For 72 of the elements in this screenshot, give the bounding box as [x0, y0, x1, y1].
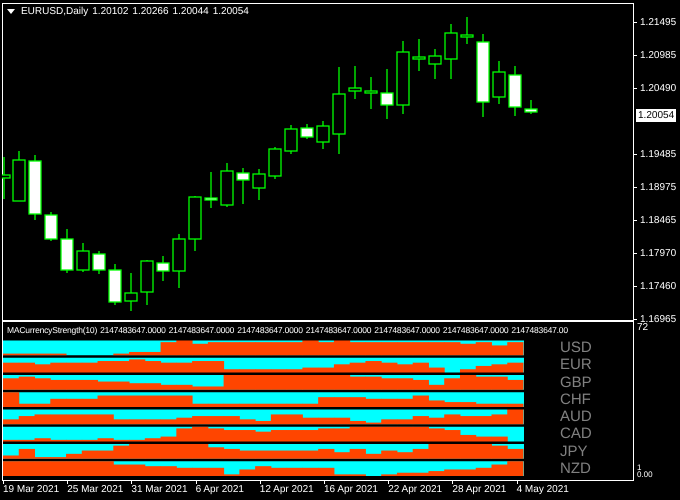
candlestick — [428, 49, 442, 79]
candlestick — [108, 264, 122, 305]
symbol-timeframe: EURUSD,Daily — [21, 6, 88, 17]
price-tick-label: 1.18975 — [640, 182, 676, 193]
indicator-value: 2147483647.00 — [511, 325, 568, 337]
candlestick — [348, 66, 362, 99]
price-tick-label: 1.20985 — [640, 50, 676, 61]
candlestick — [60, 229, 74, 273]
candlestick — [124, 273, 138, 311]
candlestick — [252, 169, 266, 200]
candlestick — [444, 24, 458, 79]
ohlc-value: 1.20266 — [132, 6, 169, 17]
candlestick — [524, 100, 538, 114]
date-label: 19 Mar 2021 — [3, 484, 60, 495]
price-tick-label: 1.18465 — [640, 215, 676, 226]
date-label: 22 Apr 2021 — [388, 484, 442, 495]
price-tick-label: 1.21495 — [640, 17, 676, 28]
candlestick — [156, 256, 170, 281]
candlestick — [140, 260, 154, 305]
date-label: 31 Mar 2021 — [131, 484, 188, 495]
indicator-name: MACurrencyStrength(10) — [7, 325, 98, 337]
candlestick — [460, 17, 474, 44]
candlestick — [92, 251, 106, 274]
indicator-scale-label: 1 — [637, 464, 642, 471]
ohlc-value: 1.20054 — [212, 6, 249, 17]
candlestick — [412, 39, 426, 71]
date-label: 6 Apr 2021 — [196, 484, 244, 495]
candlestick — [492, 61, 506, 104]
indicator-value: 2147483647.0000 — [374, 325, 440, 337]
date-label: 28 Apr 2021 — [452, 484, 506, 495]
candlestick — [300, 124, 314, 139]
currency-label: NZD — [559, 460, 592, 477]
date-label: 4 May 2021 — [516, 484, 569, 495]
candlestick — [28, 155, 42, 220]
candlestick — [220, 163, 234, 207]
price-tick-label: 1.17970 — [640, 248, 676, 259]
price-tick-label: 1.20490 — [640, 83, 676, 94]
indicator-value: 2147483647.0000 — [442, 325, 508, 337]
currency-label: EUR — [559, 356, 593, 374]
currency-label: USD — [559, 339, 593, 356]
indicator-value: 2147483647.0000 — [237, 325, 303, 337]
price-tick-label: 1.19485 — [640, 149, 676, 160]
ohlc-value: 1.20102 — [92, 6, 128, 17]
candlestick — [316, 121, 330, 149]
indicator-scale-label: 0.00 — [637, 471, 654, 478]
candlestick — [44, 212, 58, 241]
candlestick — [172, 234, 186, 288]
candlestick — [508, 66, 522, 116]
current-price-label: 1.20054 — [636, 109, 676, 122]
indicator-scale-max: 72 — [637, 322, 648, 333]
candlestick — [268, 147, 282, 179]
currency-label: GBP — [559, 374, 593, 391]
candlestick — [380, 69, 394, 119]
currency-label: CHF — [559, 390, 592, 408]
date-label: 25 Mar 2021 — [67, 484, 124, 495]
price-tick-label: 1.17460 — [640, 281, 676, 292]
date-label: 16 Apr 2021 — [324, 484, 378, 495]
candlestick — [204, 172, 218, 208]
candlestick — [76, 243, 90, 272]
currency-label: CAD — [559, 425, 593, 442]
candlestick — [284, 125, 298, 154]
date-label: 12 Apr 2021 — [260, 484, 314, 495]
candlestick — [236, 168, 250, 204]
currency-label: JPY — [559, 442, 589, 460]
indicator-value: 2147483647.0000 — [168, 325, 234, 337]
currency-label: AUD — [559, 408, 593, 426]
indicator-value: 2147483647.0000 — [306, 325, 372, 337]
dropdown-triangle-icon[interactable] — [7, 8, 15, 14]
candlestick — [364, 77, 378, 109]
candlestick — [188, 196, 202, 251]
indicator-value: 2147483647.0000 — [100, 325, 166, 337]
ohlc-value: 1.20044 — [172, 6, 209, 17]
